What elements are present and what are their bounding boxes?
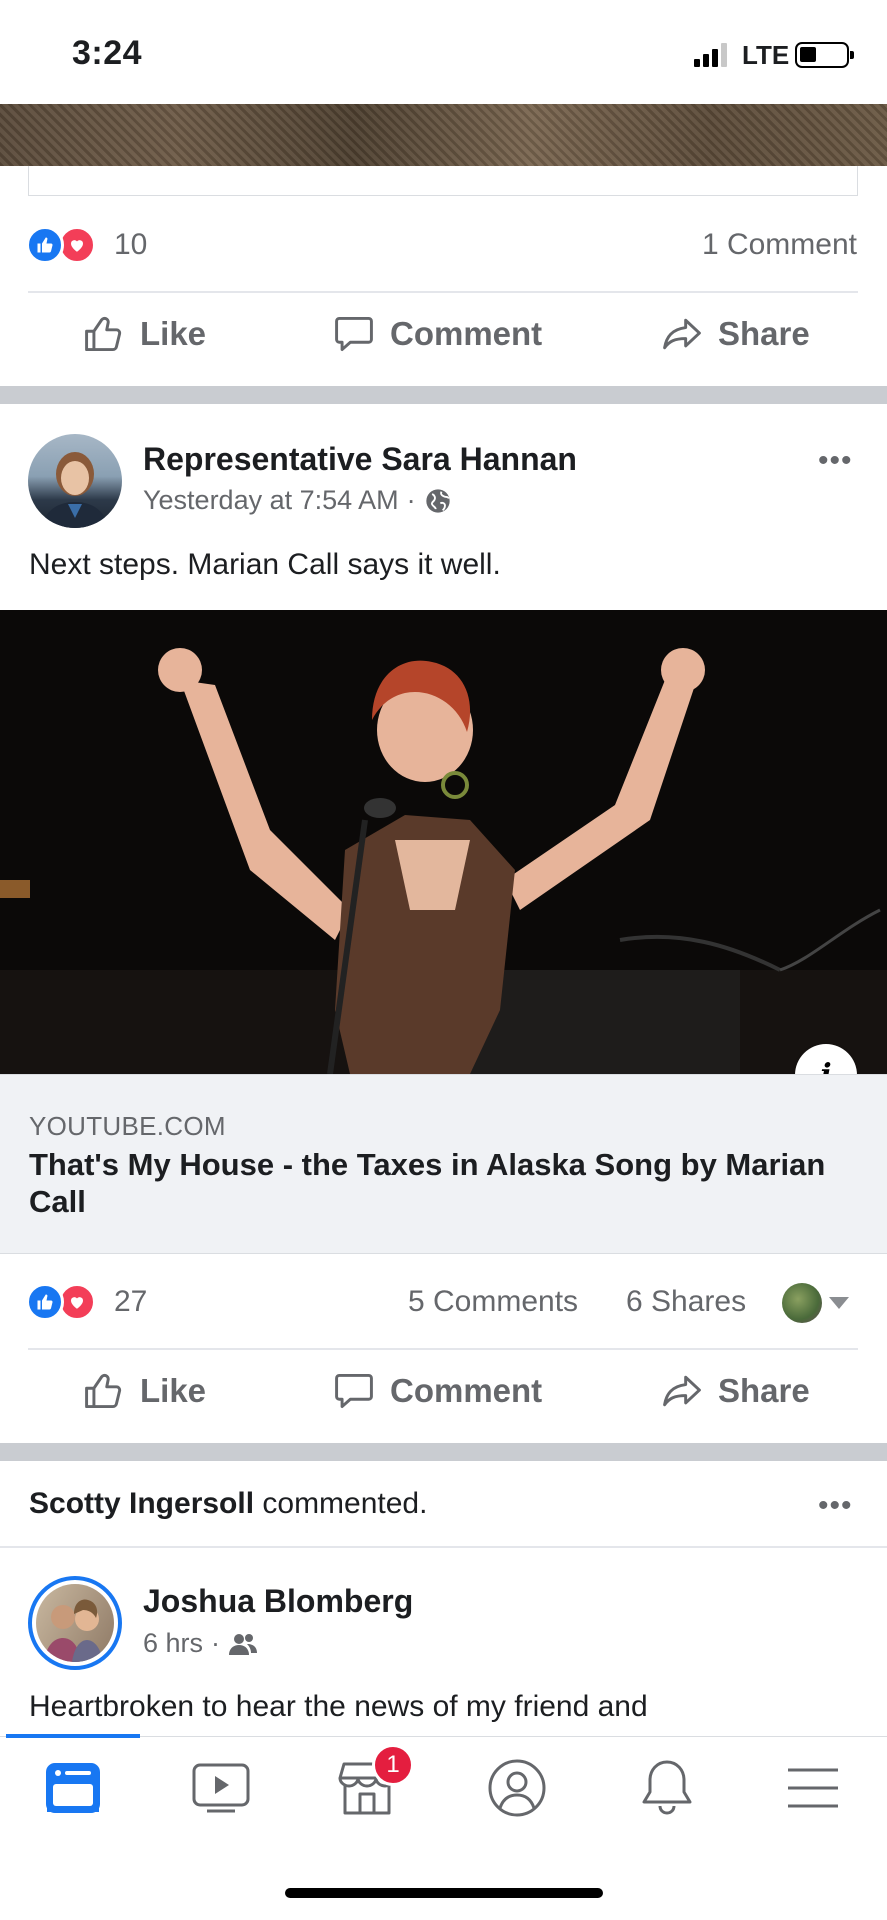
tab-menu[interactable] (778, 1758, 848, 1818)
reaction-count[interactable]: 27 (114, 1285, 147, 1319)
reaction-icons[interactable] (26, 226, 106, 266)
activity-action: commented. (254, 1487, 428, 1520)
like-button[interactable]: Like (82, 1369, 206, 1413)
watch-icon (192, 1763, 250, 1813)
feed-separator (0, 1443, 887, 1461)
comment-button[interactable]: Comment (332, 1369, 542, 1413)
post-author-name[interactable]: Joshua Blomberg (143, 1583, 413, 1620)
viewer-avatar[interactable] (782, 1283, 822, 1323)
news-feed-icon (46, 1763, 100, 1813)
author-avatar[interactable] (28, 434, 122, 528)
comment-button[interactable]: Comment (332, 312, 542, 356)
divider (28, 291, 858, 293)
meta-separator: · (406, 485, 416, 515)
like-button[interactable]: Like (82, 312, 206, 356)
previous-post-photo[interactable] (0, 104, 887, 166)
post-timestamp[interactable]: 6 hrs (143, 1628, 203, 1659)
tab-watch[interactable] (186, 1758, 256, 1818)
share-icon (663, 1375, 701, 1407)
share-label: Share (718, 1372, 810, 1409)
network-label: LTE (742, 40, 790, 70)
post-text: Next steps. Marian Call says it well. (29, 548, 501, 581)
feed-separator (0, 386, 887, 404)
post-timestamp[interactable]: Yesterday at 7:54 AM (143, 485, 399, 516)
chevron-down-icon[interactable] (828, 1296, 850, 1310)
more-options-icon[interactable]: ••• (818, 444, 853, 478)
like-icon (85, 1373, 122, 1409)
share-button[interactable]: Share (660, 312, 810, 356)
profile-icon (488, 1759, 546, 1817)
marketplace-badge: 1 (372, 1744, 414, 1786)
signal-icon (694, 43, 730, 67)
share-count[interactable]: 6 Shares (626, 1285, 746, 1319)
comment-icon (335, 1373, 373, 1409)
author-avatar (36, 1584, 114, 1662)
meta-separator: · (211, 1628, 221, 1658)
previous-post-link-box[interactable] (28, 166, 858, 196)
menu-icon (788, 1768, 838, 1808)
reaction-icons[interactable] (26, 1283, 106, 1323)
like-reaction-icon (26, 1283, 64, 1321)
more-options-icon[interactable]: ••• (818, 1489, 853, 1523)
status-time: 3:24 (72, 34, 143, 72)
battery-icon (795, 42, 854, 68)
link-domain: YOUTUBE.COM (29, 1111, 226, 1141)
tab-news-feed[interactable] (38, 1758, 108, 1818)
video-player[interactable] (0, 610, 887, 1074)
reaction-count[interactable]: 10 (114, 228, 147, 262)
post-author-name[interactable]: Representative Sara Hannan (143, 441, 577, 478)
globe-icon (426, 488, 450, 513)
post-meta: 6 hrs · (143, 1628, 258, 1659)
post-meta: Yesterday at 7:54 AM · (143, 485, 452, 516)
share-icon (663, 318, 701, 350)
tab-notifications[interactable] (632, 1758, 702, 1818)
like-icon (85, 316, 122, 352)
divider (0, 1546, 887, 1548)
friends-icon (229, 1633, 258, 1655)
active-tab-indicator (6, 1734, 140, 1738)
tab-profile[interactable] (482, 1758, 552, 1818)
comment-label: Comment (390, 315, 543, 352)
home-indicator[interactable] (285, 1888, 603, 1898)
comment-icon (335, 316, 373, 352)
link-title[interactable]: That's My House - the Taxes in Alaska So… (29, 1146, 829, 1220)
activity-line: Scotty Ingersoll commented. (29, 1487, 427, 1521)
comment-count[interactable]: 5 Comments (408, 1285, 578, 1319)
comment-label: Comment (390, 1372, 543, 1409)
post-text: Heartbroken to hear the news of my frien… (29, 1690, 648, 1723)
like-reaction-icon (26, 226, 64, 264)
author-avatar-ring[interactable] (28, 1576, 122, 1670)
activity-actor[interactable]: Scotty Ingersoll (29, 1487, 254, 1520)
divider (28, 1348, 858, 1350)
like-label: Like (140, 1372, 207, 1409)
bell-icon (642, 1760, 692, 1815)
comment-count[interactable]: 1 Comment (702, 228, 857, 262)
share-label: Share (718, 315, 810, 352)
like-label: Like (140, 315, 207, 352)
share-button[interactable]: Share (660, 1369, 810, 1413)
